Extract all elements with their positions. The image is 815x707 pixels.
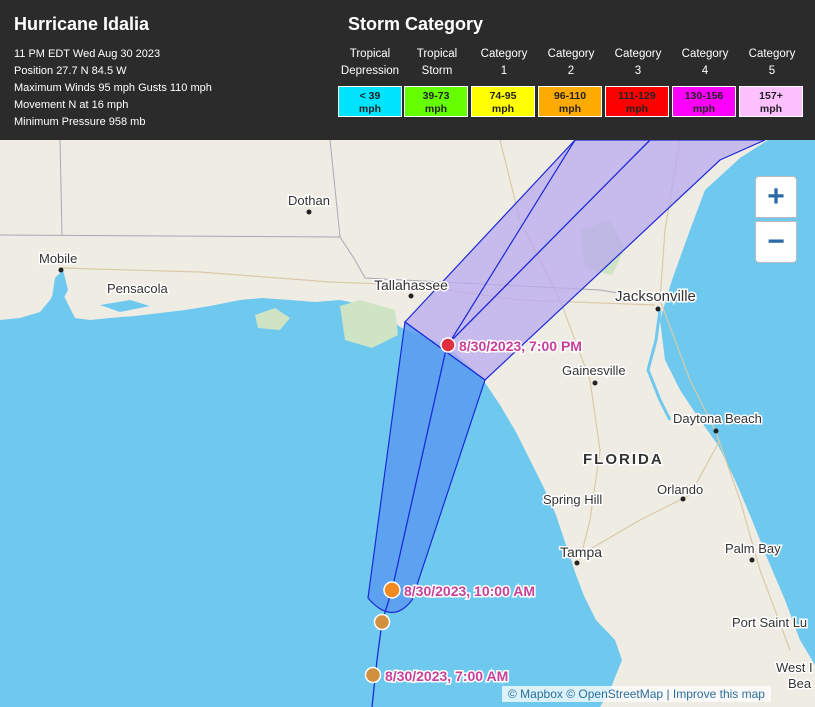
legend-label-td: Tropical Depression xyxy=(340,48,400,77)
label-port-saint-lucie: Port Saint Lu xyxy=(732,615,807,630)
storm-info-panel: Hurricane Idalia 11 PM EDT Wed Aug 30 20… xyxy=(0,0,815,140)
legend-label-cat5: Category 5 xyxy=(748,48,796,77)
label-mobile: Mobile xyxy=(39,251,77,266)
label-orlando: Orlando xyxy=(657,482,703,497)
orlando-dot xyxy=(680,496,686,502)
track-label-10am: 8/30/2023, 10:00 AM xyxy=(404,583,535,599)
palm-bay-dot xyxy=(749,557,755,563)
zoom-in-button[interactable]: + xyxy=(755,176,797,218)
osm-link[interactable]: © OpenStreetMap xyxy=(566,687,663,701)
gainesville-dot xyxy=(592,380,598,386)
storm-position: Position 27.7 N 84.5 W xyxy=(14,65,127,77)
legend-label-cat2: Category 2 xyxy=(547,48,595,77)
storm-winds: Maximum Winds 95 mph Gusts 110 mph xyxy=(14,82,212,94)
legend-label-ts: Tropical Storm xyxy=(416,48,458,77)
improve-map-link[interactable]: Improve this map xyxy=(673,687,765,701)
track-label-7am: 8/30/2023, 7:00 AM xyxy=(385,668,508,684)
mapbox-link[interactable]: © Mapbox xyxy=(508,687,563,701)
legend-swatch-cat3: 111-129 mph xyxy=(605,86,669,117)
track-point-7am[interactable] xyxy=(364,666,382,684)
label-jacksonville: Jacksonville xyxy=(615,288,696,305)
daytona-dot xyxy=(713,428,719,434)
jacksonville-dot xyxy=(655,306,661,312)
label-palm-bay: Palm Bay xyxy=(725,541,781,556)
label-west-palm: West I xyxy=(776,660,813,675)
storm-pressure: Minimum Pressure 958 mb xyxy=(14,116,146,128)
map-canvas[interactable]: Dothan Mobile Pensacola Tallahassee Jack… xyxy=(0,140,815,707)
legend-swatch-cat1: 74-95 mph xyxy=(471,86,535,117)
track-label-7pm: 8/30/2023, 7:00 PM xyxy=(459,338,582,354)
track-point-7pm[interactable] xyxy=(440,337,456,353)
storm-movement: Movement N at 16 mph xyxy=(14,99,129,111)
label-florida: FLORIDA xyxy=(583,451,664,468)
advisory-time: 11 PM EDT Wed Aug 30 2023 xyxy=(14,48,161,60)
mobile-dot xyxy=(58,267,64,273)
label-tampa: Tampa xyxy=(560,544,602,560)
label-daytona: Daytona Beach xyxy=(673,411,762,426)
dothan-dot xyxy=(306,209,312,215)
legend-swatch-cat2: 96-110 mph xyxy=(538,86,602,117)
zoom-out-button[interactable]: − xyxy=(755,221,797,263)
map-view[interactable]: Dothan Mobile Pensacola Tallahassee Jack… xyxy=(0,140,815,707)
map-attribution: © Mapbox © OpenStreetMap | Improve this … xyxy=(502,686,771,702)
label-pensacola: Pensacola xyxy=(107,281,168,296)
legend-swatch-cat5: 157+ mph xyxy=(739,86,803,117)
storm-name: Hurricane Idalia xyxy=(14,14,150,34)
legend-label-cat1: Category 1 xyxy=(480,48,528,77)
legend-swatch-cat4: 130-156 mph xyxy=(672,86,736,117)
legend-title: Storm Category xyxy=(348,14,484,34)
label-tallahassee: Tallahassee xyxy=(374,277,448,293)
track-point-mid[interactable] xyxy=(373,613,391,631)
legend-swatch-ts: 39-73 mph xyxy=(404,86,468,117)
label-spring-hill: Spring Hill xyxy=(543,492,602,507)
legend-label-cat4: Category 4 xyxy=(681,48,729,77)
label-west-palm-2: Bea xyxy=(788,676,812,691)
track-point-10am[interactable] xyxy=(383,581,401,599)
tallahassee-dot xyxy=(408,293,414,299)
label-dothan: Dothan xyxy=(288,193,330,208)
tampa-dot xyxy=(574,560,580,566)
legend-swatch-td: < 39 mph xyxy=(338,86,402,117)
label-gainesville: Gainesville xyxy=(562,363,626,378)
legend-label-cat3: Category 3 xyxy=(614,48,662,77)
attribution-separator: | xyxy=(666,687,670,701)
forest-area-3 xyxy=(255,308,290,330)
